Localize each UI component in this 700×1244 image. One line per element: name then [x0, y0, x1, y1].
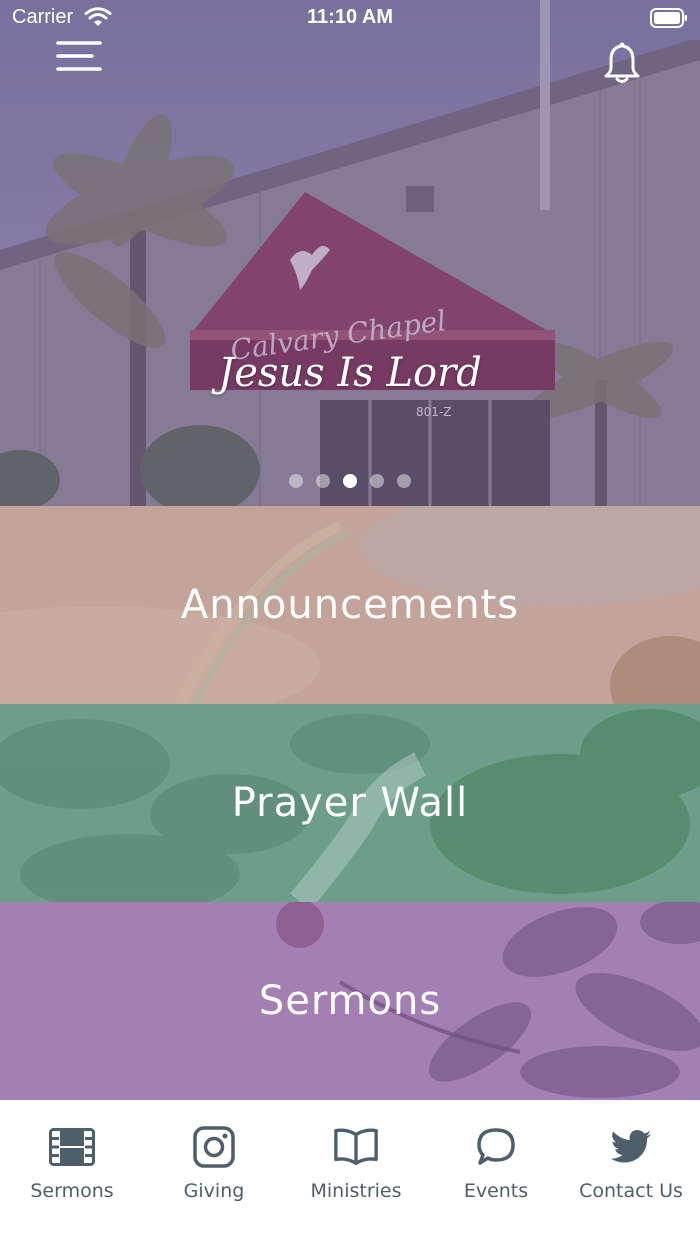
twitter-icon	[611, 1130, 651, 1163]
tab-ministries-label: Ministries	[310, 1180, 402, 1202]
hamburger-menu-icon[interactable]	[56, 40, 102, 72]
tab-ministries[interactable]: Ministries	[296, 1100, 416, 1220]
film-icon	[49, 1128, 95, 1166]
status-bar: Carrier 11:10 AM	[0, 0, 700, 38]
sermons-tile[interactable]: Sermons	[0, 902, 700, 1100]
tab-giving[interactable]: Giving	[164, 1100, 264, 1220]
carousel-dot[interactable]	[316, 474, 330, 488]
tab-contact-us-label: Contact Us	[579, 1180, 683, 1202]
carousel-dot[interactable]	[370, 474, 384, 488]
prayer-wall-tile[interactable]: Prayer Wall	[0, 704, 700, 902]
bottom-tab-bar: Sermons Giving Ministries Events Contact…	[0, 1100, 700, 1244]
announcements-tile[interactable]: Announcements	[0, 506, 700, 704]
tab-events[interactable]: Events	[446, 1100, 546, 1220]
carousel-dot-active[interactable]	[343, 474, 357, 488]
instagram-icon	[193, 1126, 235, 1168]
hero-tint-overlay	[0, 0, 700, 506]
tab-sermons-label: Sermons	[30, 1180, 114, 1202]
bell-icon[interactable]	[602, 40, 642, 84]
carousel-dot[interactable]	[397, 474, 411, 488]
prayer-wall-label: Prayer Wall	[231, 780, 469, 826]
tab-giving-label: Giving	[183, 1180, 245, 1202]
status-time: 11:10 AM	[307, 6, 393, 28]
chat-bubble-icon	[477, 1128, 515, 1165]
announcements-label: Announcements	[180, 582, 520, 628]
tab-contact-us[interactable]: Contact Us	[568, 1100, 694, 1220]
carousel-dots	[0, 474, 700, 488]
hero-banner[interactable]: Calvary Chapel 801-Z Carrier 11:10 AM Je…	[0, 0, 700, 506]
sermons-tile-label: Sermons	[258, 978, 442, 1024]
tab-sermons[interactable]: Sermons	[22, 1100, 122, 1220]
tab-events-label: Events	[463, 1180, 529, 1202]
book-icon	[334, 1128, 378, 1165]
carousel-dot[interactable]	[289, 474, 303, 488]
battery-icon	[650, 8, 687, 28]
hero-caption: Jesus Is Lord	[218, 350, 482, 396]
